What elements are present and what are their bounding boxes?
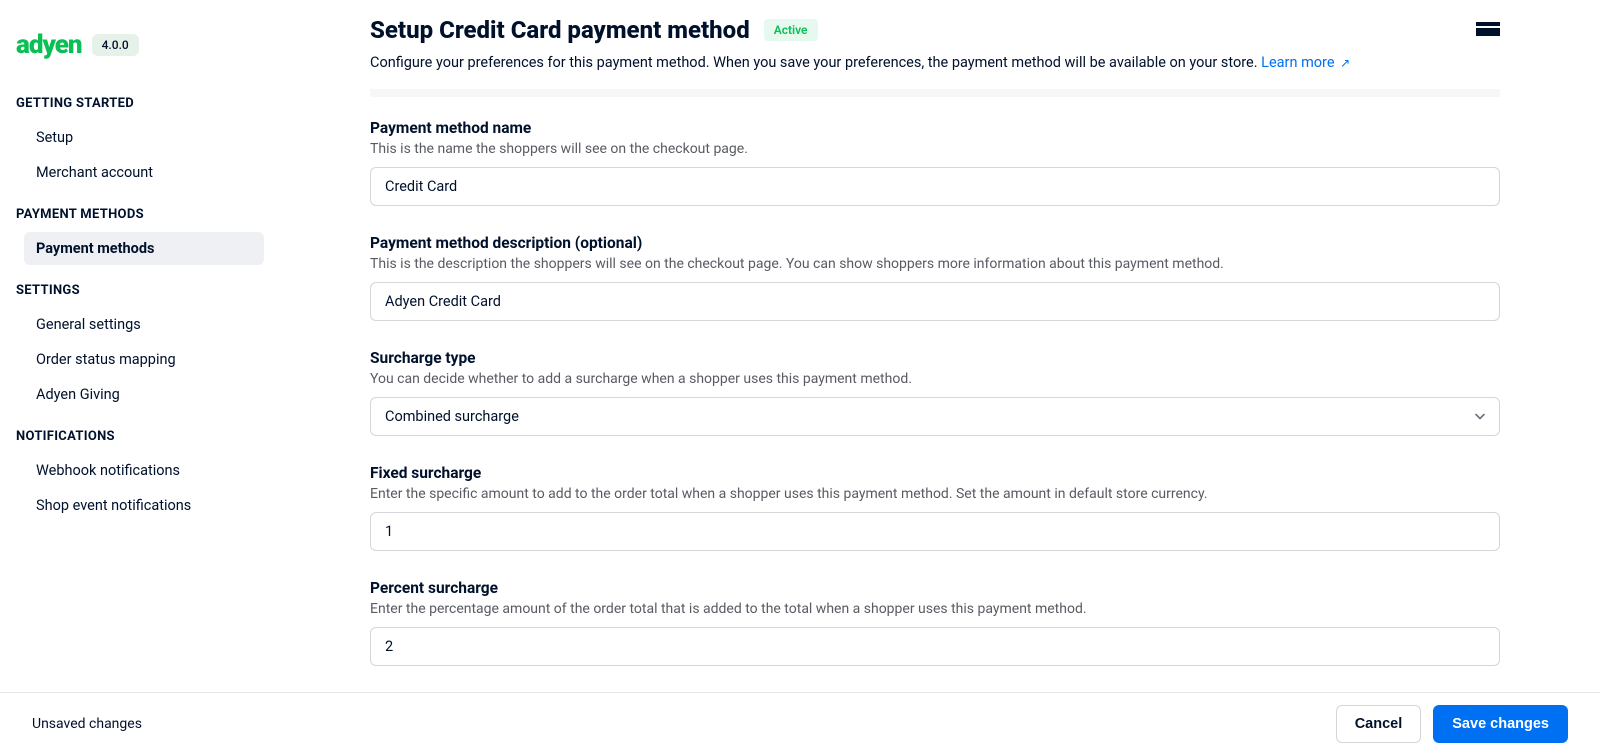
brand-logo: adyen	[16, 30, 82, 60]
field-fixed-surcharge: Fixed surcharge Enter the specific amoun…	[370, 464, 1500, 551]
percent-surcharge-input[interactable]	[370, 627, 1500, 666]
page-subtitle-text: Configure your preferences for this paym…	[370, 54, 1258, 71]
field-label: Payment method name	[370, 119, 1500, 137]
nav-section-header: PAYMENT METHODS	[16, 207, 264, 222]
field-help: Enter the percentage amount of the order…	[370, 601, 1500, 617]
sidebar-item-order-status-mapping[interactable]: Order status mapping	[24, 343, 264, 376]
field-percent-surcharge: Percent surcharge Enter the percentage a…	[370, 579, 1500, 666]
field-help: This is the description the shoppers wil…	[370, 256, 1500, 272]
page-subtitle: Configure your preferences for this paym…	[370, 54, 1476, 71]
version-badge: 4.0.0	[92, 34, 139, 56]
nav-section-header: SETTINGS	[16, 283, 264, 298]
sidebar-item-shop-event-notifications[interactable]: Shop event notifications	[24, 489, 264, 522]
field-label: Fixed surcharge	[370, 464, 1500, 482]
learn-more-label: Learn more	[1261, 54, 1334, 71]
field-payment-method-description: Payment method description (optional) Th…	[370, 234, 1500, 321]
fixed-surcharge-input[interactable]	[370, 512, 1500, 551]
learn-more-link[interactable]: Learn more ↗	[1261, 54, 1350, 71]
field-label: Surcharge type	[370, 349, 1500, 367]
main-content: Setup Credit Card payment method Active …	[280, 0, 1600, 754]
external-link-icon: ↗	[1340, 56, 1350, 70]
brand-row: adyen 4.0.0	[16, 30, 264, 60]
sidebar-item-adyen-giving[interactable]: Adyen Giving	[24, 378, 264, 411]
footer-status: Unsaved changes	[32, 716, 1336, 732]
footer-bar: Unsaved changes Cancel Save changes	[0, 692, 1600, 754]
sidebar-nav: GETTING STARTED SetupMerchant account PAYM…	[16, 96, 264, 522]
sidebar: adyen 4.0.0 GETTING STARTED SetupMerchant…	[0, 0, 280, 754]
status-badge: Active	[764, 19, 818, 41]
sidebar-item-general-settings[interactable]: General settings	[24, 308, 264, 341]
page-title: Setup Credit Card payment method	[370, 16, 750, 44]
field-payment-method-name: Payment method name This is the name the…	[370, 119, 1500, 206]
field-help: This is the name the shoppers will see o…	[370, 141, 1500, 157]
surcharge-type-select[interactable]: Combined surcharge	[370, 397, 1500, 436]
sidebar-item-payment-methods[interactable]: Payment methods	[24, 232, 264, 265]
field-surcharge-type: Surcharge type You can decide whether to…	[370, 349, 1500, 436]
nav-section-header: NOTIFICATIONS	[16, 429, 264, 444]
field-help: You can decide whether to add a surcharg…	[370, 371, 1500, 387]
nav-section-header: GETTING STARTED	[16, 96, 264, 111]
sidebar-item-merchant-account[interactable]: Merchant account	[24, 156, 264, 189]
save-button[interactable]: Save changes	[1433, 705, 1568, 743]
field-label: Percent surcharge	[370, 579, 1500, 597]
field-help: Enter the specific amount to add to the …	[370, 486, 1500, 502]
sidebar-item-webhook-notifications[interactable]: Webhook notifications	[24, 454, 264, 487]
field-label: Payment method description (optional)	[370, 234, 1500, 252]
payment-method-name-input[interactable]	[370, 167, 1500, 206]
page-header: Setup Credit Card payment method Active …	[370, 16, 1500, 71]
credit-card-icon	[1476, 22, 1500, 38]
cancel-button[interactable]: Cancel	[1336, 705, 1422, 743]
separator	[370, 89, 1500, 97]
payment-method-description-input[interactable]	[370, 282, 1500, 321]
sidebar-item-setup[interactable]: Setup	[24, 121, 264, 154]
